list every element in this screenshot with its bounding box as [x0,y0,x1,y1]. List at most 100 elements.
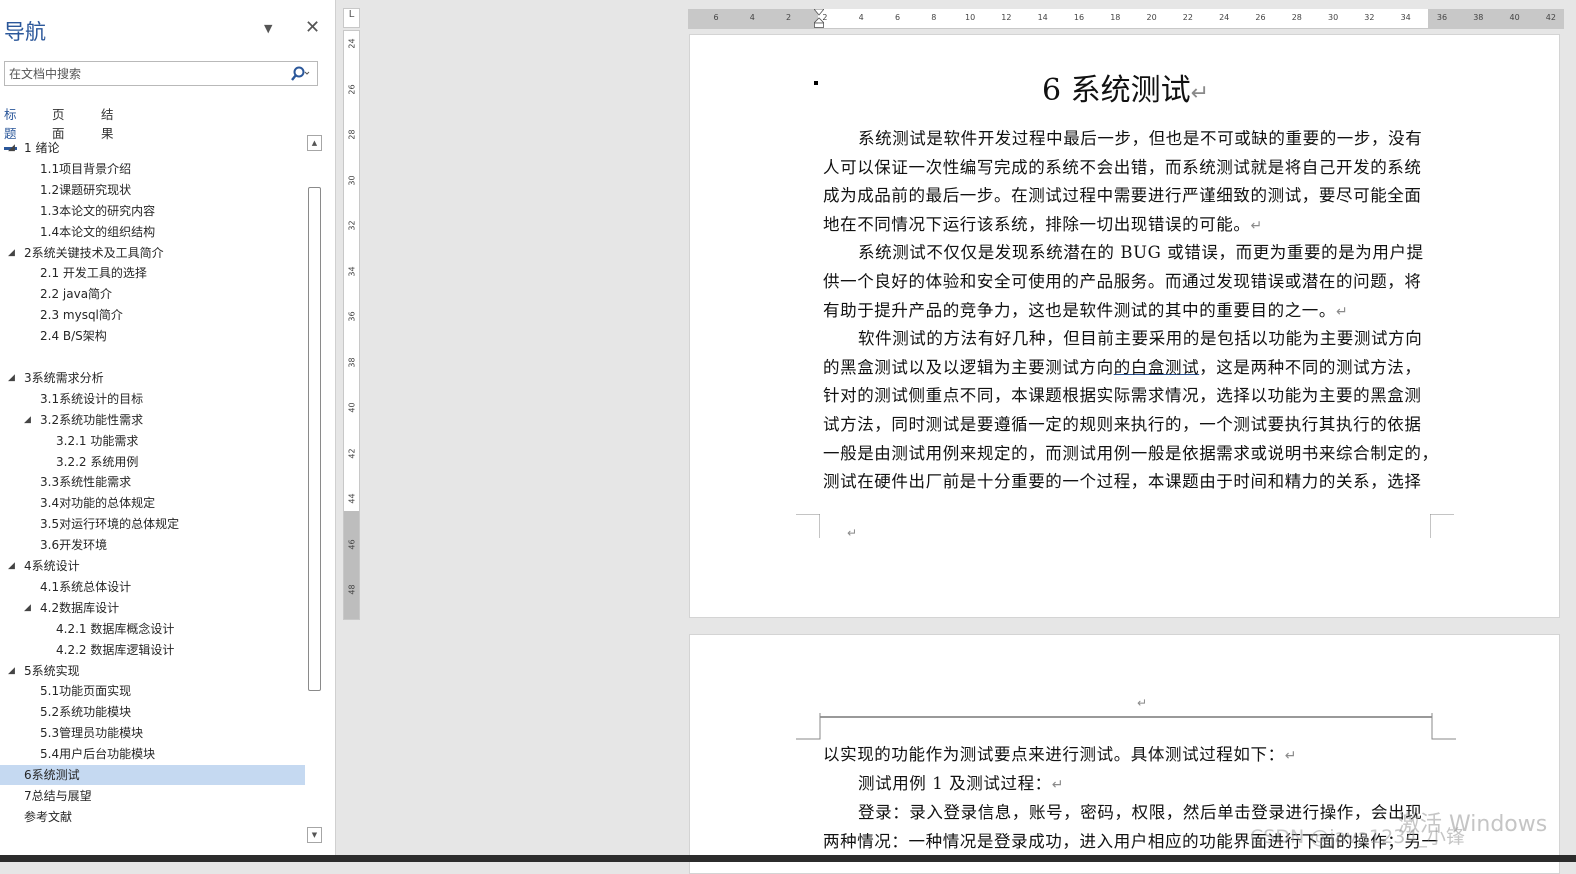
outline-item[interactable]: 1.1项目背景介绍 [0,159,305,179]
collapse-triangle-icon[interactable]: ◢ [8,243,18,263]
document-page[interactable]: 6 系统测试↵ 系统测试是软件开发过程中最后一步，但也是不可或缺的重要的一步，没… [689,34,1560,618]
outline-item[interactable]: ◢ 1 绪论 [0,138,305,158]
outline-item-label: 4.2.1 数据库概念设计 [56,621,175,636]
document-line[interactable]: 地在不同情况下运行该系统，排除一切出现错误的可能。↵ [823,211,1263,235]
paragraph-mark: ↵ [1250,217,1263,234]
scrollbar-thumb[interactable] [308,187,321,691]
ruler-number: 2 [822,13,828,22]
outline-item[interactable]: 3.6开发环境 [0,535,305,555]
outline-item[interactable]: ◢ 4.2数据库设计 [0,598,305,618]
tab-selector[interactable]: L [343,8,360,28]
outline-item[interactable]: 3.2.2 系统用例 [0,452,305,472]
paragraph-mark: ↵ [1190,81,1210,106]
outline-item[interactable]: 1.2课题研究现状 [0,180,305,200]
document-line[interactable]: 供一个良好的体验和安全可使用的产品服务。而通过发现错误或潜在的问题，将 [823,268,1422,292]
outline-item-label: 4系统设计 [24,559,80,573]
outline-item[interactable]: 6系统测试 [0,765,305,785]
document-line[interactable]: 软件测试的方法有好几种，但目前主要采用的是包括以功能为主要测试方向 [823,325,1422,349]
outline-item[interactable]: ◢ 4系统设计 [0,556,305,576]
outline-item-label: 2系统关键技术及工具简介 [24,245,164,260]
heading-title[interactable]: 6 系统测试↵ [690,65,1561,109]
collapse-triangle-icon[interactable]: ◢ [24,410,34,430]
document-line[interactable]: 以实现的功能作为测试要点来进行测试。具体测试过程如下：↵ [823,741,1297,765]
line-text: 供一个良好的体验和安全可使用的产品服务。而通过发现错误或潜在的问题，将 [823,272,1422,291]
document-line[interactable]: 系统测试不仅仅是发现系统潜在的 BUG 或错误，而更为重要的是为用户提 [823,239,1424,263]
outline-item[interactable]: 3.1系统设计的目标 [0,389,305,409]
outline-item-label: 2.3 mysql简介 [40,308,123,323]
outline-item-label: 2.1 开发工具的选择 [40,266,147,281]
scroll-up-icon[interactable]: ▲ [307,135,322,151]
outline-item[interactable]: 4.1系统总体设计 [0,577,305,597]
outline-scrollbar[interactable]: ▲ ▼ [307,135,322,844]
vertical-ruler[interactable]: 24 26 28 30 32 34 36 38 40 42 44 46 48 [343,30,360,620]
line-text: 成为成品前的最后一步。在测试过程中需要进行严谨细致的测试，要尽可能全面 [823,186,1422,206]
outline-item[interactable]: 1.4本论文的组织结构 [0,222,305,242]
outline-item[interactable]: 3.2.1 功能需求 [0,431,305,451]
document-line[interactable]: 系统测试是软件开发过程中最后一步，但也是不可或缺的重要的一步，没有 [823,125,1422,149]
document-line[interactable]: 的黑盒测试以及以逻辑为主要测试方向的白盒测试，这是两种不同的测试方法， [823,354,1422,378]
outline-item[interactable]: ◢ 3系统需求分析 [0,368,305,388]
document-line[interactable]: 一般是由测试用例来规定的，而测试用例一般是依据需求或说明书来综合制定的， [823,440,1439,464]
close-icon[interactable]: ✕ [305,17,320,38]
outline-item[interactable]: 2.2 java简介 [0,284,305,304]
outline-item-label: 2.2 java简介 [40,287,113,302]
search-input[interactable] [9,64,279,83]
ruler-number: 44 [347,493,357,504]
ruler-number: 32 [1364,13,1375,22]
outline-item[interactable]: 7总结与展望 [0,786,305,806]
search-icon[interactable] [290,65,312,83]
crop-mark-icon [1430,514,1454,538]
horizontal-ruler[interactable]: 6 4 2 2 4 6 8 10 12 14 16 18 20 22 24 26 28 30 32 34 36 38 40 4… [688,9,1564,29]
outline-item[interactable]: 3.3系统性能需求 [0,472,305,492]
chevron-down-icon[interactable]: ▼ [264,22,272,35]
outline-item[interactable]: 2.1 开发工具的选择 [0,263,305,283]
document-line[interactable]: 测试用例 1 及测试过程：↵ [823,770,1064,794]
ruler-number: 30 [347,174,357,186]
outline-item[interactable]: 5.4用户后台功能模块 [0,744,305,764]
outline-item[interactable]: 4.2.1 数据库概念设计 [0,619,305,639]
outline-item[interactable]: ◢ 3.2系统功能性需求 [0,410,305,430]
ruler-number: 36 [347,311,357,322]
line-text: 软件测试的方法有好几种，但目前主要采用的是包括以功能为主要测试方向 [858,329,1423,349]
outline-item-label: 3.5对运行环境的总体规定 [40,517,180,532]
document-line[interactable]: 针对的测试侧重点不同，本课题根据实际需求情况，选择以功能为主要的黑盒测 [823,382,1422,406]
line-text: 一般是由测试用例来规定的，而测试用例一般是依据需求或说明书来综合制定的， [823,443,1439,463]
ruler-number: 38 [1473,13,1484,22]
document-line[interactable]: 有助于提升产品的竞争力，这也是软件测试的其中的重要目的之一。↵ [823,297,1348,321]
outline-item[interactable]: 5.3管理员功能模块 [0,723,305,743]
outline-item[interactable]: ◢ 5系统实现 [0,661,305,681]
collapse-triangle-icon[interactable]: ◢ [8,368,18,388]
outline-item[interactable]: ◢ 2系统关键技术及工具简介 [0,243,305,263]
outline-item-label: 1.1项目背景介绍 [40,161,132,176]
collapse-triangle-icon[interactable]: ◢ [8,661,18,681]
outline-item-label: 2.4 B/S架构 [40,329,107,344]
outline-item[interactable]: 1.3本论文的研究内容 [0,201,305,221]
search-box[interactable] [4,61,318,86]
outline-item[interactable]: 4.2.2 数据库逻辑设计 [0,640,305,660]
outline-item[interactable]: 5.1功能页面实现 [0,681,305,701]
document-line[interactable]: 人可以保证一次性编写完成的系统不会出错，而系统测试就是将自己开发的系统 [823,154,1422,178]
outline-item[interactable]: 3.4对功能的总体规定 [0,493,305,513]
collapse-triangle-icon[interactable]: ◢ [8,556,18,576]
line-text: 测试在硬件出厂前是十分重要的一个过程，本课题由于时间和精力的关系，选择 [823,472,1422,492]
outline-item-label: 3.3系统性能需求 [40,475,132,490]
outline-item[interactable]: 5.2系统功能模块 [0,702,305,722]
outline-item[interactable]: 参考文献 [0,807,305,827]
collapse-triangle-icon[interactable]: ◢ [8,138,18,158]
ruler-number: 26 [347,83,357,95]
document-line[interactable]: 成为成品前的最后一步。在测试过程中需要进行严谨细致的测试，要尽可能全面 [823,182,1422,206]
ruler-number: 40 [1509,13,1520,22]
scroll-down-icon[interactable]: ▼ [307,827,322,843]
document-line[interactable]: 测试在硬件出厂前是十分重要的一个过程，本课题由于时间和精力的关系，选择 [823,468,1422,492]
outline-item[interactable]: 3.5对运行环境的总体规定 [0,514,305,534]
outline-item[interactable]: 2.4 B/S架构 [0,326,305,346]
outline-item-label: 4.2.2 数据库逻辑设计 [56,642,175,657]
line-text: 针对的测试侧重点不同，本课题根据实际需求情况，选择以功能为主要的黑盒测 [823,386,1422,406]
outline-item[interactable]: 2.3 mysql简介 [0,305,305,325]
document-line[interactable]: 登录：录入登录信息，账号，密码，权限，然后单击登录进行操作，会出现 [823,799,1422,823]
outline-item-label: 3.2.1 功能需求 [56,433,139,448]
ruler-number: 12 [1001,13,1012,22]
ruler-number: 4 [749,13,755,22]
document-line[interactable]: 试方法，同时测试是要遵循一定的规则来执行的，一个测试要执行其执行的依据 [823,411,1422,435]
collapse-triangle-icon[interactable]: ◢ [24,598,34,618]
